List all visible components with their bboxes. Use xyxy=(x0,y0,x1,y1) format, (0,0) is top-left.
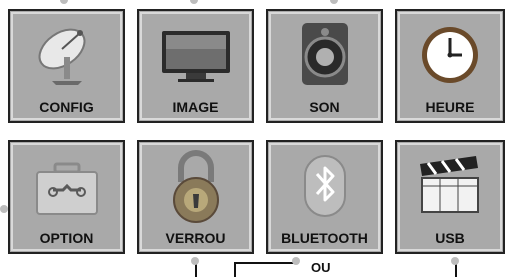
menu-tile-verrou-label: VERROU xyxy=(165,230,226,246)
callout-line-bluetooth-left xyxy=(234,262,236,277)
toolbox-icon xyxy=(10,148,123,224)
padlock-icon xyxy=(139,148,252,224)
menu-tile-heure[interactable]: HEURE xyxy=(395,9,505,123)
clock-icon xyxy=(397,17,503,93)
menu-tile-usb[interactable]: USB xyxy=(395,140,505,254)
callout-text-ou: OU xyxy=(311,260,331,275)
menu-tile-son-label: SON xyxy=(309,99,340,115)
bluetooth-icon xyxy=(268,148,381,224)
callout-dot-son xyxy=(330,0,338,4)
menu-tile-image-label: IMAGE xyxy=(172,99,219,115)
satellite-dish-icon xyxy=(10,17,123,93)
menu-tile-son[interactable]: SON xyxy=(266,9,383,123)
callout-line-bluetooth xyxy=(234,262,296,264)
callout-dot-bluetooth xyxy=(292,257,300,265)
menu-tile-verrou[interactable]: VERROU xyxy=(137,140,254,254)
menu-tile-usb-label: USB xyxy=(435,230,465,246)
speaker-icon xyxy=(268,17,381,93)
tv-monitor-icon xyxy=(139,17,252,93)
menu-tile-bluetooth-label: BLUETOOTH xyxy=(281,230,368,246)
clapperboard-icon xyxy=(397,148,503,224)
menu-tile-heure-label: HEURE xyxy=(425,99,475,115)
callout-dot-image xyxy=(190,0,198,4)
menu-tile-option[interactable]: OPTION xyxy=(8,140,125,254)
callout-dot-option xyxy=(0,205,8,213)
menu-tile-bluetooth[interactable]: BLUETOOTH xyxy=(266,140,383,254)
callout-dot-verrou xyxy=(191,257,199,265)
menu-tile-config-label: CONFIG xyxy=(39,99,94,115)
callout-dot-usb xyxy=(451,257,459,265)
menu-tile-option-label: OPTION xyxy=(39,230,94,246)
callout-dot-config xyxy=(60,0,68,4)
menu-tile-image[interactable]: IMAGE xyxy=(137,9,254,123)
menu-tile-config[interactable]: CONFIG xyxy=(8,9,125,123)
